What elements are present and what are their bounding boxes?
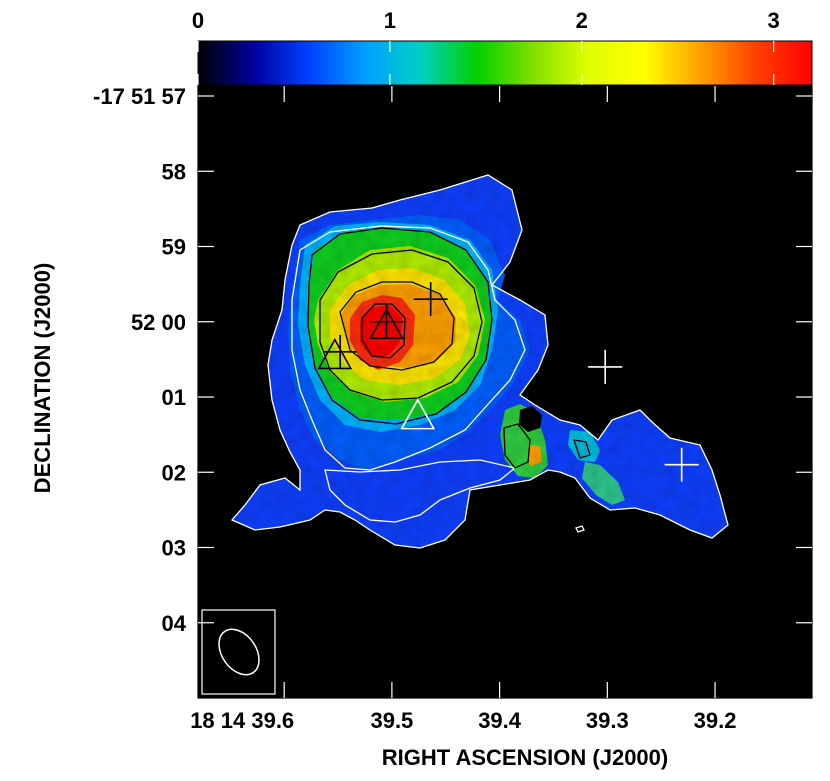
x-tick-label: 18 14 39.6	[190, 708, 294, 733]
colorbar-tick-label: 0	[192, 8, 204, 33]
figure: 0123 -17 51 57585952 0001020304 18 14 39…	[30, 8, 813, 770]
y-tick-label: 52 00	[131, 310, 186, 335]
x-tick-labels: 18 14 39.6 39.5 39.4 39.3 39.2	[190, 708, 736, 733]
y-axis-title: DECLINATION (J2000)	[30, 263, 55, 494]
colorbar-tick-label: 1	[384, 8, 396, 33]
colorbar-tick-label: 3	[768, 8, 780, 33]
colorbar-gradient	[198, 41, 812, 85]
x-axis-title: RIGHT ASCENSION (J2000)	[382, 745, 668, 770]
colorbar: 0 1 2 3	[192, 8, 813, 86]
y-tick-label: -17 51 57	[93, 84, 186, 109]
colorbar-tick-labels: 0 1 2 3	[192, 8, 780, 33]
y-tick-labels: -17 51 57 58 59 52 00 01 02 03 04	[93, 84, 187, 636]
x-tick-label: 39.3	[586, 708, 629, 733]
colorbar-tick-label: 2	[576, 8, 588, 33]
x-tick-label: 39.2	[694, 708, 737, 733]
y-tick-label: 04	[162, 611, 187, 636]
plot-area	[197, 85, 813, 699]
y-tick-label: 58	[162, 159, 186, 184]
y-tick-label: 03	[162, 536, 186, 561]
x-tick-label: 39.5	[370, 708, 413, 733]
x-tick-label: 39.4	[478, 708, 522, 733]
y-tick-label: 01	[162, 385, 186, 410]
y-tick-label: 02	[162, 460, 186, 485]
y-tick-label: 59	[162, 235, 186, 260]
